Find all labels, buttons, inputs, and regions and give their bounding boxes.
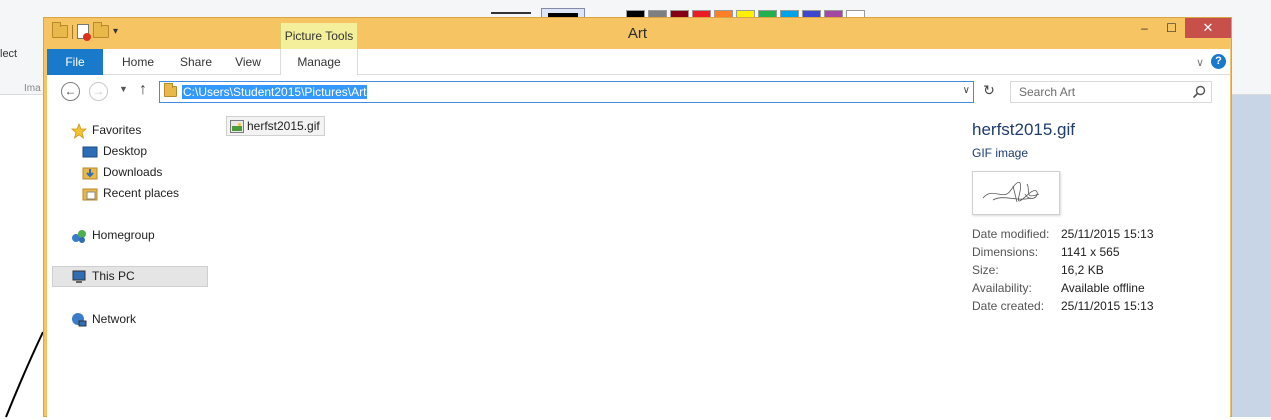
desktop-icon	[82, 146, 98, 157]
tab-home[interactable]: Home	[103, 49, 173, 75]
window-title: Art	[627, 25, 648, 42]
nav-label-favorites: Favorites	[92, 123, 142, 137]
prop-label: Size:	[972, 263, 999, 277]
title-bar[interactable]: ▾ Picture Tools Art ‒ ☐ ✕	[44, 18, 1231, 50]
nav-label-network: Network	[92, 312, 137, 326]
network-icon	[72, 312, 87, 326]
prop-label: Date modified:	[972, 227, 1050, 241]
nav-item-downloads[interactable]: Downloads	[82, 162, 162, 183]
refresh-button[interactable]: ↻	[978, 82, 1000, 102]
navigation-pane: Favorites Desktop Downloads Recent place…	[47, 109, 209, 418]
nav-label-homegroup: Homegroup	[92, 228, 155, 242]
window-controls: ‒ ☐ ✕	[1131, 18, 1231, 38]
search-icon[interactable]	[1192, 85, 1206, 99]
paint-select-label[interactable]: lect	[0, 48, 17, 60]
help-icon[interactable]: ?	[1211, 54, 1226, 69]
address-row: ← → ▼ ↑ C:\Users\Student2015\Pictures\Ar…	[47, 75, 1230, 109]
recent-places-icon	[82, 188, 98, 200]
forward-button[interactable]: →	[89, 82, 108, 101]
folder-icon	[164, 83, 177, 97]
recent-locations-icon[interactable]: ▼	[119, 84, 128, 94]
file-name: herfst2015.gif	[247, 119, 320, 133]
nav-item-desktop[interactable]: Desktop	[82, 141, 147, 162]
chevron-down-icon[interactable]: ∨	[1196, 56, 1204, 69]
address-path[interactable]: C:\Users\Student2015\Pictures\Art	[182, 85, 368, 99]
nav-item-this-pc[interactable]: This PC	[52, 266, 208, 287]
tab-manage[interactable]: Manage	[280, 49, 358, 75]
prop-value: 1141 x 565	[1061, 245, 1120, 259]
chevron-down-icon[interactable]: ∨	[963, 85, 970, 96]
file-list[interactable]: herfst2015.gif	[209, 109, 943, 418]
detail-thumbnail	[972, 171, 1060, 215]
tab-share[interactable]: Share	[173, 49, 219, 75]
paint-canvas-area[interactable]	[1228, 95, 1271, 417]
prop-value: 16,2 KB	[1061, 263, 1104, 277]
prop-label: Dimensions:	[972, 245, 1039, 259]
nav-label-desktop: Desktop	[103, 144, 148, 158]
maximize-button[interactable]: ☐	[1158, 18, 1185, 38]
paint-image-group-label: Ima	[24, 83, 41, 94]
file-item[interactable]: herfst2015.gif	[226, 116, 325, 136]
detail-file-name: herfst2015.gif	[972, 120, 1076, 139]
signature-thumbnail-image	[982, 182, 1040, 203]
nav-item-network[interactable]: Network	[71, 309, 136, 330]
up-arrow-icon[interactable]: ↑	[139, 81, 147, 99]
nav-item-favorites[interactable]: Favorites	[71, 120, 141, 141]
prop-availability: Availability: Available offline	[972, 281, 1145, 295]
prop-dimensions: Dimensions: 1141 x 565	[972, 245, 1120, 259]
ribbon-tab-row: File Home Share View Manage ∨ ?	[47, 49, 1230, 75]
paint-canvas-stroke	[5, 331, 44, 418]
search-box[interactable]	[1010, 81, 1212, 103]
prop-label: Availability:	[972, 281, 1032, 295]
nav-item-homegroup[interactable]: Homegroup	[71, 225, 155, 246]
explorer-body: Favorites Desktop Downloads Recent place…	[47, 109, 1230, 418]
prop-date-created: Date created: 25/11/2015 15:13	[972, 299, 1154, 313]
tab-file[interactable]: File	[47, 49, 103, 75]
star-icon	[71, 122, 87, 139]
detail-file-type: GIF image	[972, 146, 1029, 160]
prop-size: Size: 16,2 KB	[972, 263, 1104, 277]
prop-date-modified: Date modified: 25/11/2015 15:13	[972, 227, 1154, 241]
nav-item-recent-places[interactable]: Recent places	[82, 183, 179, 204]
prop-label: Date created:	[972, 299, 1045, 313]
nav-label-this-pc: This PC	[92, 269, 135, 283]
explorer-window: ▾ Picture Tools Art ‒ ☐ ✕ File Home Shar…	[43, 17, 1232, 418]
computer-icon	[72, 270, 86, 283]
prop-value: 25/11/2015 15:13	[1061, 299, 1154, 313]
paint-line-size-preview[interactable]	[491, 12, 531, 14]
prop-value: Available offline	[1061, 281, 1145, 295]
nav-label-recent-places: Recent places	[103, 186, 180, 200]
minimize-button[interactable]: ‒	[1131, 18, 1158, 38]
homegroup-icon	[72, 229, 86, 243]
tab-view[interactable]: View	[219, 49, 277, 75]
address-bar[interactable]: C:\Users\Student2015\Pictures\Art ∨	[159, 81, 974, 103]
details-pane: herfst2015.gif GIF image Date modified: …	[943, 109, 1230, 418]
nav-label-downloads: Downloads	[103, 165, 163, 179]
image-file-icon	[230, 119, 244, 133]
prop-value: 25/11/2015 15:13	[1061, 227, 1154, 241]
close-button[interactable]: ✕	[1185, 18, 1231, 38]
search-input[interactable]	[1011, 82, 1186, 102]
back-button[interactable]: ←	[61, 82, 80, 101]
downloads-icon	[82, 167, 98, 179]
